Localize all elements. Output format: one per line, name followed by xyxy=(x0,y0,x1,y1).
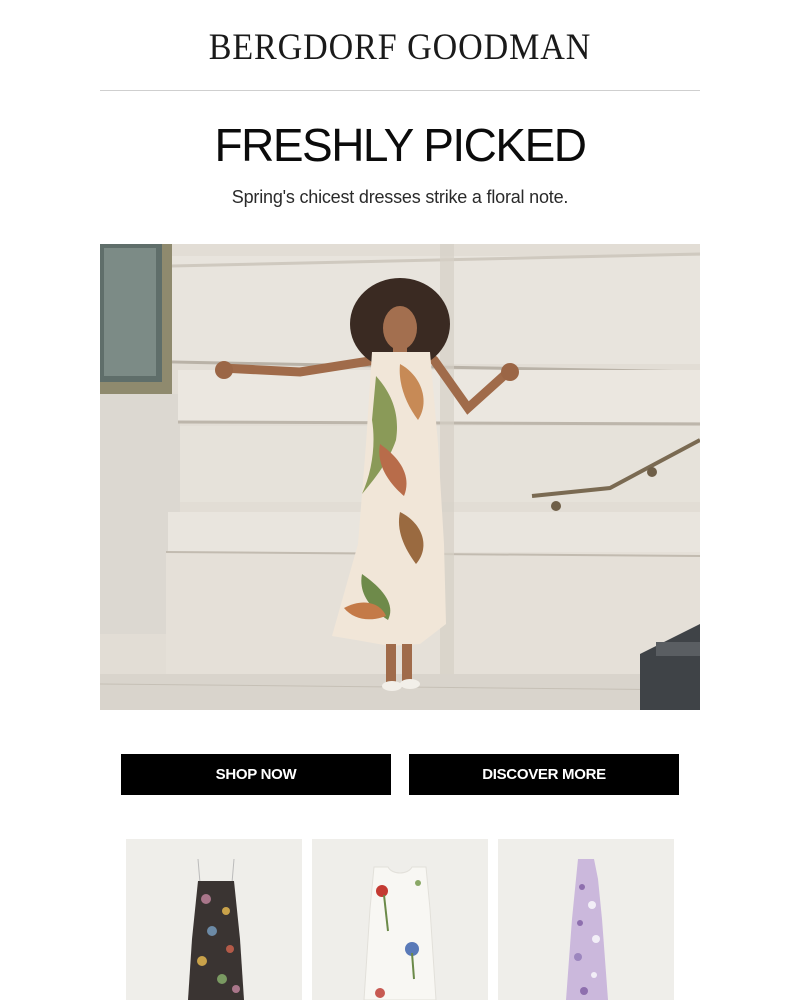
product-tile[interactable] xyxy=(312,839,488,1000)
page-subhead: Spring's chicest dresses strike a floral… xyxy=(231,187,569,207)
brand-logo[interactable]: BERGDORF GOODMAN xyxy=(32,26,768,69)
page-headline: FRESHLY PICKED xyxy=(214,119,587,171)
shop-now-button[interactable]: SHOP NOW xyxy=(121,754,391,795)
hero-image[interactable] xyxy=(100,244,700,710)
product-tile[interactable] xyxy=(498,839,674,1000)
discover-more-button[interactable]: DISCOVER MORE xyxy=(409,754,679,795)
header-divider xyxy=(100,90,700,91)
product-tile[interactable] xyxy=(126,839,302,1000)
